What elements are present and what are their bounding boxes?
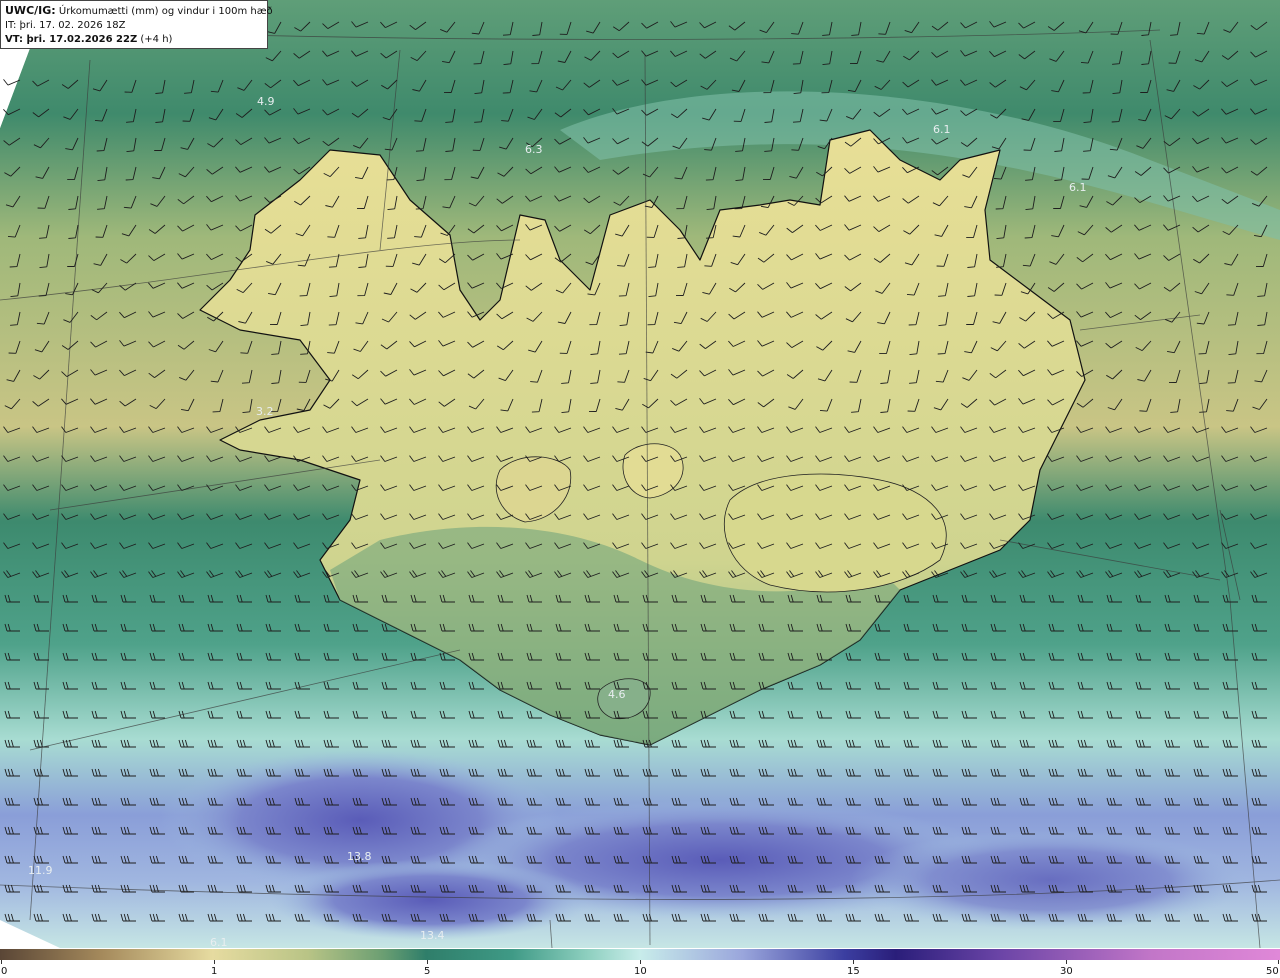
map-value-label: 4.6 [608, 688, 626, 701]
heavy-band-3 [850, 830, 1250, 930]
vatnajokull [723, 473, 947, 593]
colorbar-tickmark [1278, 960, 1279, 964]
it-label: IT: [5, 20, 17, 31]
map-title: UWC/IG: Úrkomumætti (mm) og vindur i 100… [5, 4, 273, 19]
vt-value: VT: þri. 17.02.2026 22Z [5, 34, 138, 45]
map-value-label: 13.4 [420, 929, 445, 942]
colorbar-tickmark [1066, 960, 1067, 964]
colorbar-tickmark [1, 960, 2, 964]
map-value-label: 4.9 [257, 95, 275, 108]
map-value-label: 13.8 [347, 850, 372, 863]
colorbar-tickmark [640, 960, 641, 964]
map-value-label: 11.9 [28, 864, 53, 877]
colorbar-tick-label: 15 [847, 966, 860, 977]
initial-time: IT: þri. 17. 02. 2026 18Z [5, 19, 263, 33]
heavy-band-4 [270, 860, 590, 940]
map-value-label: 6.1 [1069, 181, 1087, 194]
map-value-label: 6.1 [210, 936, 228, 948]
product-description: Úrkomumætti (mm) og vindur i 100m hæð [58, 6, 273, 17]
vt-lead: (+4 h) [140, 34, 173, 45]
colorbar-tick-label: 0 [1, 966, 8, 977]
it-value: þri. 17. 02. 2026 18Z [19, 20, 126, 31]
colorbar-tickmark [853, 960, 854, 964]
map-value-label: 6.3 [525, 143, 543, 156]
valid-time: VT: þri. 17.02.2026 22Z (+4 h) [5, 33, 263, 47]
map-value-label: 6.1 [933, 123, 951, 136]
colorbar-tick-label: 10 [634, 966, 647, 977]
colorbar-tick-label: 50 [1266, 966, 1279, 977]
map-value-label: 3.2 [256, 405, 274, 418]
map-title-box: UWC/IG: Úrkomumætti (mm) og vindur i 100… [0, 0, 273, 49]
precipitation-wind-map: 4.9 6.3 6.1 6.1 3.2 4.6 13.8 11.9 6.1 13… [0, 0, 1280, 948]
colorbar-tickmark [427, 960, 428, 964]
colorbar [0, 949, 1280, 960]
colorbar-tick-label: 1 [211, 966, 218, 977]
colorbar-tick-label: 5 [424, 966, 431, 977]
product-code: UWC/IG: [5, 4, 56, 17]
colorbar-tickmark [214, 960, 215, 964]
colorbar-tick-label: 30 [1060, 966, 1073, 977]
